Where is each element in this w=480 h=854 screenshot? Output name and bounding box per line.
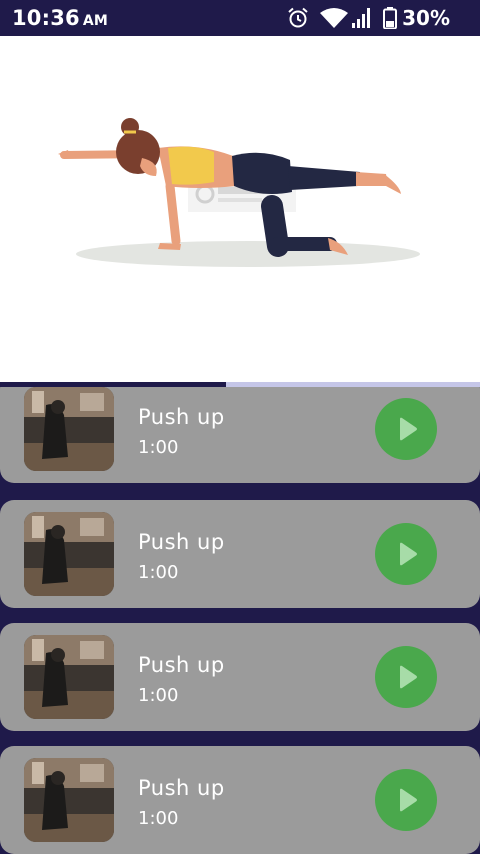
exercise-title: Push up bbox=[138, 530, 225, 554]
exercise-duration: 1:00 bbox=[138, 437, 179, 458]
status-time-value: 10:36 bbox=[12, 6, 80, 30]
play-button[interactable] bbox=[375, 398, 437, 460]
play-icon bbox=[400, 788, 417, 812]
exercise-card[interactable]: Push up 1:00 bbox=[0, 623, 480, 731]
exercise-duration: 1:00 bbox=[138, 685, 179, 706]
exercise-card[interactable]: Push up 1:00 bbox=[0, 387, 480, 483]
exercise-thumbnail bbox=[24, 512, 114, 596]
status-time-ampm: AM bbox=[82, 13, 109, 29]
exercise-thumbnail bbox=[24, 387, 114, 471]
exercise-title: Push up bbox=[138, 653, 225, 677]
signal-icon bbox=[352, 8, 371, 28]
exercise-duration: 1:00 bbox=[138, 808, 179, 829]
exercise-duration: 1:00 bbox=[138, 562, 179, 583]
play-button[interactable] bbox=[375, 523, 437, 585]
exercise-title: Push up bbox=[138, 405, 225, 429]
status-icons: 30% bbox=[287, 6, 450, 30]
play-icon bbox=[400, 417, 417, 441]
exercise-title: Push up bbox=[138, 776, 225, 800]
play-button[interactable] bbox=[375, 646, 437, 708]
exercise-card[interactable]: Push up 1:00 bbox=[0, 500, 480, 608]
play-button[interactable] bbox=[375, 769, 437, 831]
exercise-thumbnail bbox=[24, 635, 114, 719]
alarm-icon bbox=[288, 7, 308, 28]
battery-icon bbox=[383, 7, 398, 29]
exercise-illustration-panel bbox=[0, 36, 480, 382]
play-icon bbox=[400, 542, 417, 566]
status-time: 10:36 AM bbox=[12, 6, 108, 30]
status-bar: 10:36 AM 30% bbox=[0, 0, 480, 36]
wifi-icon bbox=[320, 8, 349, 28]
exercise-list[interactable]: Push up 1:00 Push up 1:00 Push up 1:00 P… bbox=[0, 387, 480, 854]
play-icon bbox=[400, 665, 417, 689]
exercise-illustration bbox=[58, 118, 420, 267]
exercise-card[interactable]: Push up 1:00 bbox=[0, 746, 480, 854]
exercise-thumbnail bbox=[24, 758, 114, 842]
battery-percent: 30% bbox=[402, 6, 450, 30]
